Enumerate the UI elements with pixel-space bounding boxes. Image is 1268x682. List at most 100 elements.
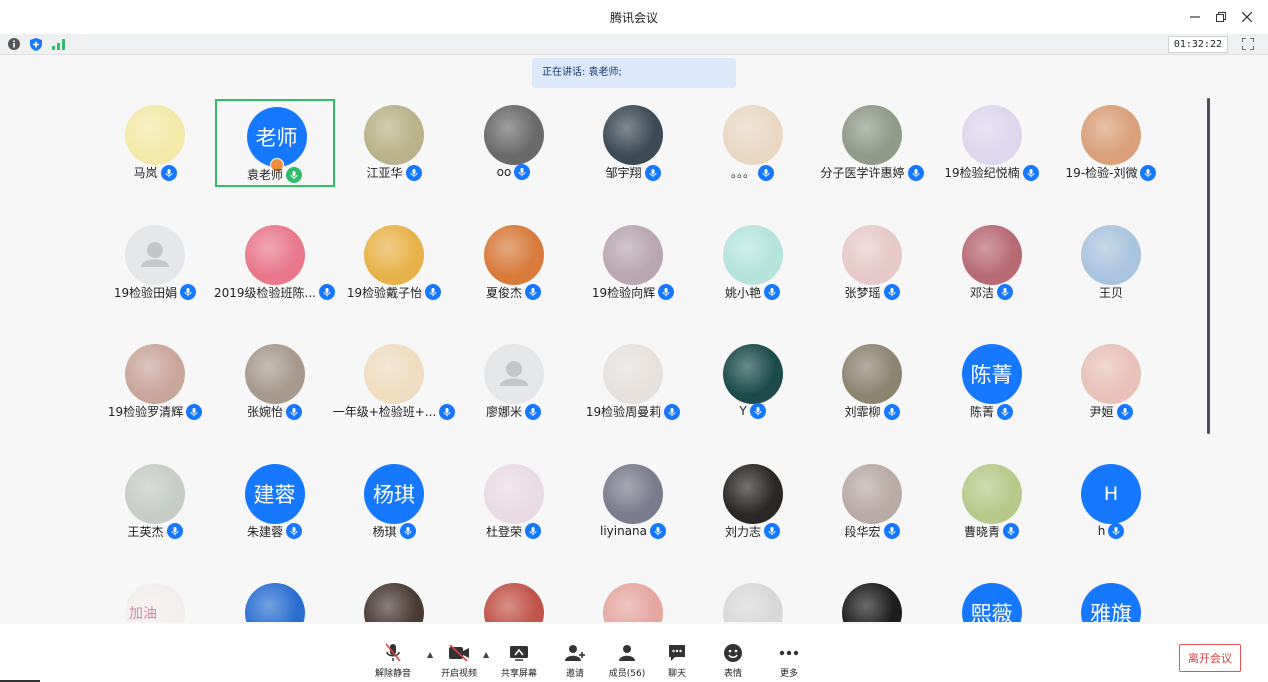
participant-tile[interactable]: 19检验田娟 [95, 219, 215, 307]
participant-tile[interactable]: 熙薇 [932, 577, 1052, 622]
avatar [842, 463, 902, 524]
participant-name: 尹姮 [1089, 405, 1114, 419]
participant-name-line: 分子医学许惠婷 [812, 164, 932, 181]
participant-name-line: 杨琪 [334, 523, 454, 540]
mic-icon [319, 284, 335, 300]
participant-tile[interactable]: 张梦瑶 [812, 219, 932, 307]
participant-name: 王英杰 [127, 524, 164, 539]
participant-name: 张婉怡 [246, 405, 283, 419]
emoji-button[interactable]: 表情 [710, 642, 756, 679]
participant-tile[interactable] [334, 577, 454, 622]
participant-tile[interactable] [454, 577, 574, 622]
participant-name-line: 杜登荣 [454, 523, 574, 540]
unmute-label: 解除静音 [374, 669, 411, 679]
participant-tile[interactable]: 2019级检验班陈... [214, 219, 335, 307]
meeting-timer: 01:32:22 [1167, 36, 1228, 53]
grid-scrollbar[interactable] [1207, 98, 1210, 434]
participant-name: 19检验田娟 [113, 285, 178, 300]
participant-name: 邓洁 [969, 285, 994, 300]
participant-name-line: 刘力志 [693, 523, 813, 540]
share-screen-icon [510, 646, 528, 661]
participant-tile[interactable]: Y [693, 338, 813, 426]
participant-name: oo [496, 165, 512, 179]
more-button[interactable]: 更多 [766, 642, 812, 679]
minimize-button[interactable] [1182, 8, 1208, 26]
minimize-icon [1190, 16, 1200, 18]
close-button[interactable] [1234, 8, 1260, 26]
avatar [125, 463, 185, 524]
participant-tile[interactable]: 马岚 [95, 99, 215, 187]
participant-tile[interactable]: 19检验周曼莉 [573, 338, 693, 426]
invite-button[interactable]: 邀请 [552, 642, 598, 679]
participant-tile[interactable]: 段华宏 [812, 458, 932, 546]
participant-tile[interactable]: 19检验罗清辉 [95, 338, 215, 426]
participant-tile[interactable]: 。。。 [693, 99, 813, 187]
participant-tile[interactable]: 杨琪 杨琪 [334, 458, 454, 546]
chat-icon [669, 645, 685, 661]
mic-icon [997, 403, 1013, 420]
info-button[interactable] [6, 36, 22, 52]
participant-tile[interactable] [812, 577, 932, 622]
participant-tile[interactable]: 夏俊杰 [454, 219, 574, 307]
participant-name: 分子医学许惠婷 [820, 166, 905, 180]
participant-tile[interactable]: 廖娜米 [454, 338, 574, 426]
mic-icon [664, 403, 681, 420]
fullscreen-button[interactable] [1240, 36, 1256, 52]
participant-tile[interactable]: 老师 袁老师 [214, 99, 335, 187]
start-video-button[interactable]: 开启视频 [436, 642, 482, 679]
window-title: 腾讯会议 [609, 11, 658, 25]
invite-user-icon [565, 645, 585, 661]
members-button[interactable]: 成员(56) [604, 642, 650, 679]
chat-button[interactable]: 聊天 [654, 642, 700, 679]
participant-tile[interactable]: 杜登荣 [454, 458, 574, 546]
participant-tile[interactable] [573, 577, 693, 622]
restore-button[interactable] [1208, 8, 1234, 26]
close-icon [1242, 12, 1252, 22]
participant-tile[interactable]: 一年级+检验班+... [333, 338, 456, 426]
video-options-caret[interactable]: ▲ [483, 650, 489, 659]
participant-name-line: 张婉怡 [215, 403, 335, 420]
participant-tile[interactable] [215, 577, 335, 622]
mic-icon [180, 284, 197, 300]
avatar [483, 105, 544, 165]
share-screen-button[interactable]: 共享屏幕 [496, 642, 542, 679]
participant-tile[interactable]: 19检验向辉 [573, 219, 693, 307]
avatar [603, 463, 663, 524]
participant-tile[interactable]: 尹姮 [1051, 338, 1171, 426]
participant-tile[interactable]: 邹宇翔 [573, 99, 693, 187]
participant-tile[interactable]: 雅旗 [1051, 577, 1171, 622]
participant-name-line: 段华宏 [812, 523, 932, 540]
participant-tile[interactable]: 张婉怡 [215, 338, 335, 426]
participant-name: 19检验向辉 [591, 285, 656, 300]
participant-tile[interactable]: 19检验纪悦楠 [932, 99, 1052, 187]
participant-tile[interactable]: 姚小艳 [693, 219, 813, 307]
avatar [603, 583, 663, 622]
participant-name-line: 邹宇翔 [573, 164, 693, 181]
participant-tile[interactable]: 刘霏柳 [812, 338, 932, 426]
participant-tile[interactable] [693, 577, 813, 622]
participant-tile[interactable]: 加油 [95, 577, 215, 622]
participant-tile[interactable]: 刘力志 [693, 458, 813, 546]
participant-name-line: 一年级+检验班+... [333, 403, 456, 420]
participant-tile[interactable]: 19检验戴子怡 [334, 219, 454, 307]
participant-tile[interactable]: 王贝 [1051, 219, 1171, 307]
participant-tile[interactable]: 曹晓青 [932, 458, 1052, 546]
participant-tile[interactable]: oo [454, 99, 574, 187]
participant-name-line: 江亚华 [334, 164, 454, 181]
participant-name-line: 19检验纪悦楠 [932, 164, 1052, 181]
unmute-button[interactable]: 解除静音 [370, 642, 416, 679]
participant-tile[interactable]: liyinana [573, 458, 693, 546]
participant-tile[interactable]: 邓洁 [932, 219, 1052, 307]
participant-tile[interactable]: Hh [1051, 458, 1171, 546]
participant-tile[interactable]: 19-检验-刘微 [1051, 99, 1171, 187]
security-button[interactable] [28, 36, 44, 52]
participant-tile[interactable]: 陈菁 陈菁 [932, 338, 1052, 426]
leave-meeting-button[interactable]: 离开会议 [1179, 644, 1241, 672]
network-button[interactable] [50, 36, 66, 52]
participant-tile[interactable]: 分子医学许惠婷 [812, 99, 932, 187]
participant-tile[interactable]: 江亚华 [334, 99, 454, 187]
participant-tile[interactable]: 王英杰 [95, 458, 215, 546]
participant-tile[interactable]: 建蓉 朱建蓉 [215, 458, 335, 546]
audio-options-caret[interactable]: ▲ [427, 650, 433, 659]
participant-name-line: 刘霏柳 [812, 403, 932, 420]
